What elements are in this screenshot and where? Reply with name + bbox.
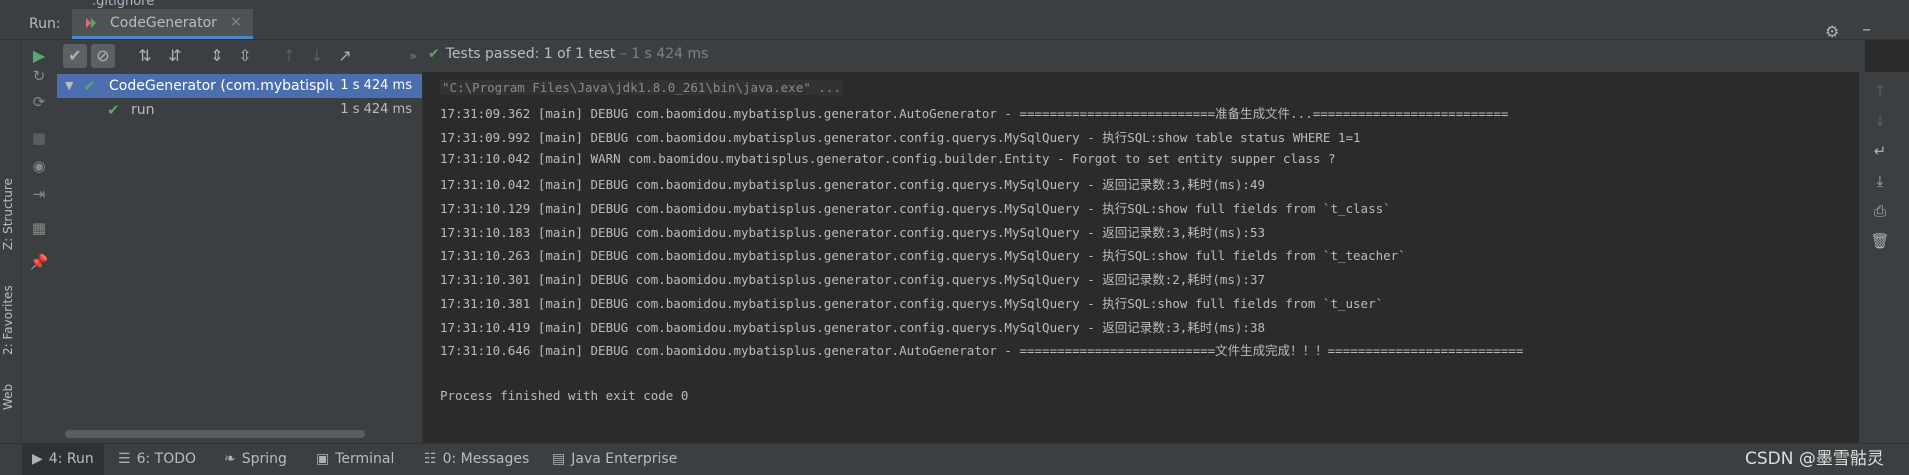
csdn-watermark: CSDN @墨雪骷灵	[1745, 449, 1884, 469]
double-chevron-icon[interactable]: »	[401, 44, 425, 68]
tree-row-run[interactable]: ✔ run 1 s 424 ms	[57, 98, 422, 122]
bottom-tab-label: Spring	[241, 451, 287, 467]
messages-icon: ☷	[424, 451, 437, 467]
console-line: Process finished with exit code 0	[440, 388, 689, 403]
pin-icon[interactable]: 📌	[29, 252, 49, 272]
tree-row-duration: 1 s 424 ms	[340, 78, 412, 93]
passed-check-icon: ✔	[107, 101, 120, 119]
print-icon[interactable]: ⎙	[1869, 200, 1891, 222]
bottom-tab-todo[interactable]: ☰ 6: TODO	[108, 444, 206, 475]
play-icon: ▶	[32, 451, 43, 467]
console-line: 17:31:09.992 [main] DEBUG com.baomidou.m…	[440, 130, 1361, 145]
status-time: – 1 s 424 ms	[615, 46, 709, 62]
console-side-toolbar: ↑ ↓ ↵ ⤓ ⎙ 🗑	[1859, 72, 1909, 443]
next-test-icon[interactable]: ↓	[305, 44, 329, 68]
minimize-icon[interactable]: –	[1862, 19, 1871, 40]
console-line: 17:31:10.129 [main] DEBUG com.baomidou.m…	[440, 201, 1391, 216]
run-tool-window-header: Run: CodeGenerator × ⚙ –	[0, 9, 1909, 41]
tree-row-duration: 1 s 424 ms	[340, 102, 412, 117]
rerun-failed-icon[interactable]: ↻	[29, 66, 49, 86]
tree-horizontal-scrollbar[interactable]	[65, 430, 365, 438]
up-arrow-icon[interactable]: ↑	[1869, 80, 1891, 102]
left-tool-strip: Z: Structure 2: Favorites Web	[0, 40, 21, 443]
previous-test-icon[interactable]: ↑	[277, 44, 301, 68]
runner-toolbar: ▶ ✔ ⊘ ⇅ ⇵ ⇕ ⇳ ↑ ↓ ↗ »	[21, 40, 1865, 72]
run-tab-label: CodeGenerator	[110, 15, 217, 31]
console-line: 17:31:10.042 [main] WARN com.baomidou.my…	[440, 151, 1336, 166]
bottom-tab-run[interactable]: ▶ 4: Run	[22, 444, 104, 475]
camera-icon[interactable]: ◉	[29, 156, 49, 176]
console-line: 17:31:10.183 [main] DEBUG com.baomidou.m…	[440, 225, 1266, 240]
bottom-tab-label: Terminal	[335, 451, 395, 467]
scroll-to-end-icon[interactable]: ⤓	[1869, 170, 1891, 192]
tree-row-name: run	[131, 102, 155, 118]
web-tab[interactable]: Web	[1, 370, 19, 410]
run-tab-codegenerator[interactable]: CodeGenerator ×	[72, 9, 253, 39]
layout-icon[interactable]: ▦	[29, 218, 49, 238]
console-line: 17:31:10.042 [main] DEBUG com.baomidou.m…	[440, 177, 1266, 192]
console-line: "C:\Program Files\Java\jdk1.8.0_261\bin\…	[440, 80, 843, 95]
sort-duration-icon[interactable]: ⇵	[163, 44, 187, 68]
gitignore-file-label[interactable]: .gitignore	[92, 0, 154, 9]
toggle-auto-test-icon[interactable]: ⟳	[29, 92, 49, 112]
down-arrow-icon[interactable]: ↓	[1869, 110, 1891, 132]
console-output[interactable]: "C:\Program Files\Java\jdk1.8.0_261\bin\…	[423, 72, 1859, 443]
leaf-icon: ❧	[224, 451, 236, 467]
runner-side-toolbar: ↻ ⟳ ■ ◉ ⇥ ▦ 📌	[21, 67, 57, 443]
test-status: ✔ Tests passed: 1 of 1 test – 1 s 424 ms	[428, 46, 708, 62]
stop-icon[interactable]: ■	[29, 128, 49, 148]
bottom-tab-label: 4: Run	[48, 451, 94, 467]
show-passed-icon[interactable]: ✔	[63, 44, 87, 68]
expand-all-icon[interactable]: ⇕	[205, 44, 229, 68]
favorites-tab[interactable]: 2: Favorites	[1, 255, 19, 355]
tree-row-name: CodeGenerator (com.mybatisplu	[109, 78, 334, 94]
tree-row-codegenerator[interactable]: ▼ ✔ CodeGenerator (com.mybatisplu 1 s 42…	[57, 74, 422, 98]
import-icon[interactable]: ⇥	[29, 184, 49, 204]
close-tab-icon[interactable]: ×	[230, 14, 242, 30]
bottom-tab-label: 0: Messages	[442, 451, 530, 467]
console-line: 17:31:10.419 [main] DEBUG com.baomidou.m…	[440, 320, 1266, 335]
bottom-tab-label: Java Enterprise	[571, 451, 678, 467]
run-label: Run:	[29, 16, 61, 32]
enterprise-icon: ▤	[552, 451, 566, 467]
sort-alpha-icon[interactable]: ⇅	[133, 44, 157, 68]
trash-icon[interactable]: 🗑	[1869, 230, 1891, 252]
show-ignored-icon[interactable]: ⊘	[91, 44, 115, 68]
console-line: 17:31:10.646 [main] DEBUG com.baomidou.m…	[440, 343, 1524, 358]
run-config-icon	[86, 18, 96, 28]
bottom-tab-spring[interactable]: ❧ Spring	[214, 444, 297, 475]
console-line: 17:31:10.263 [main] DEBUG com.baomidou.m…	[440, 248, 1406, 263]
console-line: 17:31:10.381 [main] DEBUG com.baomidou.m…	[440, 296, 1384, 311]
gear-icon[interactable]: ⚙	[1825, 22, 1839, 41]
bottom-tool-bar: ▶ 4: Run ☰ 6: TODO ❧ Spring ▣ Terminal ☷ 0: M…	[0, 443, 1909, 475]
bottom-tab-messages[interactable]: ☷ 0: Messages	[414, 444, 539, 475]
console-line: 17:31:10.301 [main] DEBUG com.baomidou.m…	[440, 272, 1266, 287]
rerun-icon[interactable]: ▶	[27, 44, 51, 68]
passed-check-icon: ✔	[83, 77, 96, 95]
export-icon[interactable]: ↗	[333, 44, 357, 68]
collapse-all-icon[interactable]: ⇳	[233, 44, 257, 68]
terminal-icon: ▣	[316, 451, 330, 467]
bottom-tab-java-enterprise[interactable]: ▤ Java Enterprise	[542, 444, 687, 475]
collapse-arrow-icon[interactable]: ▼	[65, 74, 73, 98]
console-line: 17:31:09.362 [main] DEBUG com.baomidou.m…	[440, 106, 1509, 121]
test-tree: ▼ ✔ CodeGenerator (com.mybatisplu 1 s 42…	[57, 72, 423, 443]
status-suffix: of 1 test	[552, 46, 616, 62]
bottom-tab-label: 6: TODO	[136, 451, 197, 467]
status-prefix: Tests passed:	[445, 46, 544, 62]
passed-check-icon: ✔	[428, 46, 440, 62]
list-icon: ☰	[118, 451, 131, 467]
status-count: 1	[543, 46, 553, 62]
soft-wrap-icon[interactable]: ↵	[1869, 140, 1891, 162]
bottom-tab-terminal[interactable]: ▣ Terminal	[306, 444, 404, 475]
structure-tab[interactable]: Z: Structure	[1, 140, 19, 250]
